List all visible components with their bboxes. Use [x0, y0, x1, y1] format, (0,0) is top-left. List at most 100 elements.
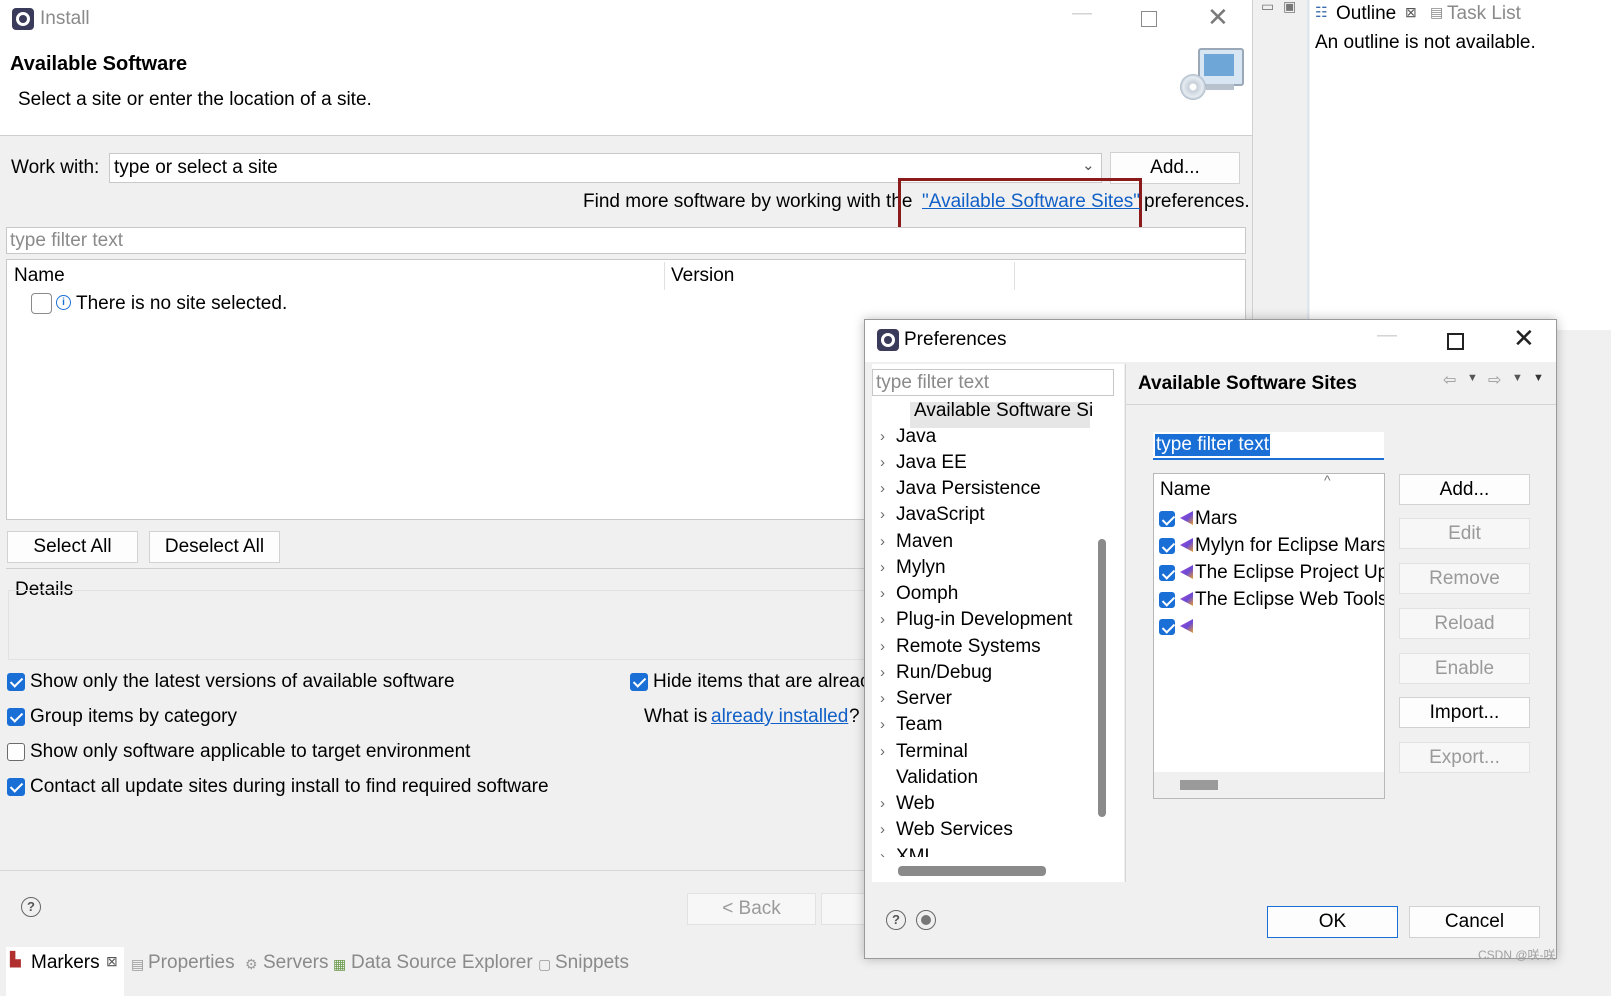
site-checkbox[interactable]	[1159, 592, 1175, 608]
work-with-value: type or select a site	[114, 157, 278, 178]
option-checkbox-contact[interactable]	[7, 778, 25, 796]
site-import-button[interactable]: Import...	[1399, 697, 1530, 728]
install-window-title: Install	[40, 8, 90, 29]
forward-arrow-icon[interactable]: ⇨	[1488, 370, 1501, 390]
sites-row[interactable]: The Eclipse Web Tools	[1154, 587, 1385, 614]
already-installed-link[interactable]: already installed	[711, 706, 848, 728]
chevron-right-icon: ›	[880, 638, 885, 655]
minimize-button[interactable]: —	[1377, 324, 1397, 347]
preferences-dialog: Preferences — ✕ type filter text Availab…	[864, 319, 1557, 959]
site-edit-button[interactable]: Edit	[1399, 518, 1530, 549]
site-checkbox[interactable]	[1159, 511, 1175, 527]
sites-row[interactable]: The Eclipse Project Upc	[1154, 560, 1384, 587]
update-site-icon	[1180, 565, 1193, 579]
option-checkbox-latest[interactable]	[7, 673, 25, 691]
sites-column-header-name[interactable]: Name	[1160, 479, 1211, 501]
data-source-icon: ▦	[333, 956, 347, 972]
site-checkbox[interactable]	[1159, 619, 1175, 635]
install-header: Available Software Select a site or ente…	[0, 40, 1252, 136]
eclipse-app-icon	[877, 329, 899, 351]
close-icon[interactable]: ⊠	[106, 953, 118, 970]
sites-filter-input[interactable]: type filter text	[1153, 432, 1384, 460]
tab-markers[interactable]: ▙ Markers ⊠	[6, 947, 124, 996]
task-list-icon: ▤	[1430, 4, 1444, 20]
minimize-button[interactable]: —	[1072, 2, 1092, 25]
view-menu-icon[interactable]: ▼	[1533, 372, 1544, 384]
option-checkbox-target[interactable]	[7, 743, 25, 761]
page-title: Available Software	[10, 53, 188, 75]
update-site-icon	[1180, 592, 1193, 606]
chevron-down-icon[interactable]: ▼	[1467, 372, 1478, 384]
site-reload-button[interactable]: Reload	[1399, 608, 1530, 639]
chevron-right-icon: ›	[880, 559, 885, 576]
find-more-suffix: preferences.	[1144, 191, 1250, 212]
back-button[interactable]: < Back	[687, 893, 816, 925]
chevron-right-icon: ›	[880, 480, 885, 497]
preferences-title-bar: Preferences — ✕	[865, 320, 1556, 362]
sites-horizontal-scrollbar[interactable]	[1180, 780, 1218, 790]
nav-item-available-software-sites[interactable]: Available Software Si	[872, 402, 1092, 428]
select-all-button[interactable]: Select All	[7, 531, 138, 563]
help-icon[interactable]: ?	[886, 910, 906, 930]
chevron-right-icon: ›	[880, 454, 885, 471]
back-arrow-icon[interactable]: ⇦	[1443, 370, 1456, 390]
import-export-icon[interactable]	[916, 910, 936, 930]
nav-filter-input[interactable]: type filter text	[872, 369, 1114, 396]
row-checkbox[interactable]	[31, 293, 52, 314]
close-button[interactable]: ✕	[1513, 323, 1535, 354]
info-icon: i	[56, 295, 71, 310]
site-remove-button[interactable]: Remove	[1399, 563, 1530, 594]
close-button[interactable]: ✕	[1207, 2, 1229, 33]
nav-horizontal-scrollbar[interactable]	[898, 866, 1046, 876]
properties-icon: ▤	[131, 956, 145, 972]
update-site-icon	[1180, 619, 1193, 633]
chevron-right-icon: ›	[880, 585, 885, 602]
sort-ascending-icon: ^	[1324, 473, 1331, 488]
column-header-version[interactable]: Version	[671, 265, 734, 287]
install-banner-icon	[1176, 44, 1246, 104]
maximize-button[interactable]	[1141, 11, 1157, 27]
filter-input[interactable]: type filter text	[6, 227, 1246, 254]
sites-row[interactable]: Mars	[1154, 506, 1384, 533]
ok-button[interactable]: OK	[1267, 906, 1398, 938]
site-checkbox[interactable]	[1159, 538, 1175, 554]
maximize-button[interactable]	[1447, 333, 1464, 350]
sites-row[interactable]: Mylyn for Eclipse Mars	[1154, 533, 1384, 560]
cancel-button[interactable]: Cancel	[1409, 906, 1540, 938]
deselect-all-button[interactable]: Deselect All	[149, 531, 280, 563]
option-label-hide-installed: Hide items that are alreac	[653, 671, 870, 692]
tab-properties[interactable]: Properties	[148, 952, 235, 974]
what-is-prefix: What is	[644, 706, 708, 727]
nav-filter-placeholder: type filter text	[876, 372, 989, 393]
sites-row[interactable]	[1154, 614, 1384, 641]
available-software-sites-link[interactable]: "Available Software Sites"	[922, 191, 1140, 213]
tab-outline[interactable]: Outline	[1336, 3, 1396, 25]
site-add-button[interactable]: Add...	[1399, 474, 1530, 505]
site-checkbox[interactable]	[1159, 565, 1175, 581]
tab-task-list[interactable]: Task List	[1447, 3, 1521, 25]
outline-icon: ☷	[1315, 4, 1328, 20]
tab-snippets[interactable]: Snippets	[555, 952, 629, 974]
site-export-button[interactable]: Export...	[1399, 742, 1530, 773]
option-checkbox-group[interactable]	[7, 708, 25, 726]
chevron-down-icon[interactable]: ▼	[1512, 372, 1523, 384]
tab-data-source-explorer[interactable]: Data Source Explorer	[351, 952, 533, 974]
panel-restore-button[interactable]: ▣	[1283, 0, 1296, 15]
panel-minimize-button[interactable]: ▭	[1261, 0, 1274, 15]
site-name: The Eclipse Web Tools	[1195, 589, 1385, 610]
tab-servers[interactable]: Servers	[263, 952, 328, 974]
tab-markers-label: Markers	[31, 952, 100, 973]
preferences-title: Preferences	[904, 329, 1007, 350]
site-enable-button[interactable]: Enable	[1399, 653, 1530, 684]
nav-vertical-scrollbar[interactable]	[1098, 539, 1106, 817]
update-site-icon	[1180, 511, 1193, 525]
page-subtitle: Select a site or enter the location of a…	[18, 89, 372, 110]
bottom-tab-bar: ▙ Markers ⊠ ▤ Properties ⚙ Servers ▦ Dat…	[0, 947, 866, 996]
preferences-nav: type filter text Available Software Si ›…	[872, 364, 1124, 882]
column-header-name[interactable]: Name	[14, 265, 65, 287]
option-checkbox-hide-installed[interactable]	[630, 673, 648, 691]
help-icon[interactable]: ?	[21, 897, 41, 917]
chevron-right-icon: ›	[880, 743, 885, 760]
close-icon[interactable]: ⊠	[1405, 4, 1417, 21]
sites-filter-value: type filter text	[1155, 434, 1270, 456]
